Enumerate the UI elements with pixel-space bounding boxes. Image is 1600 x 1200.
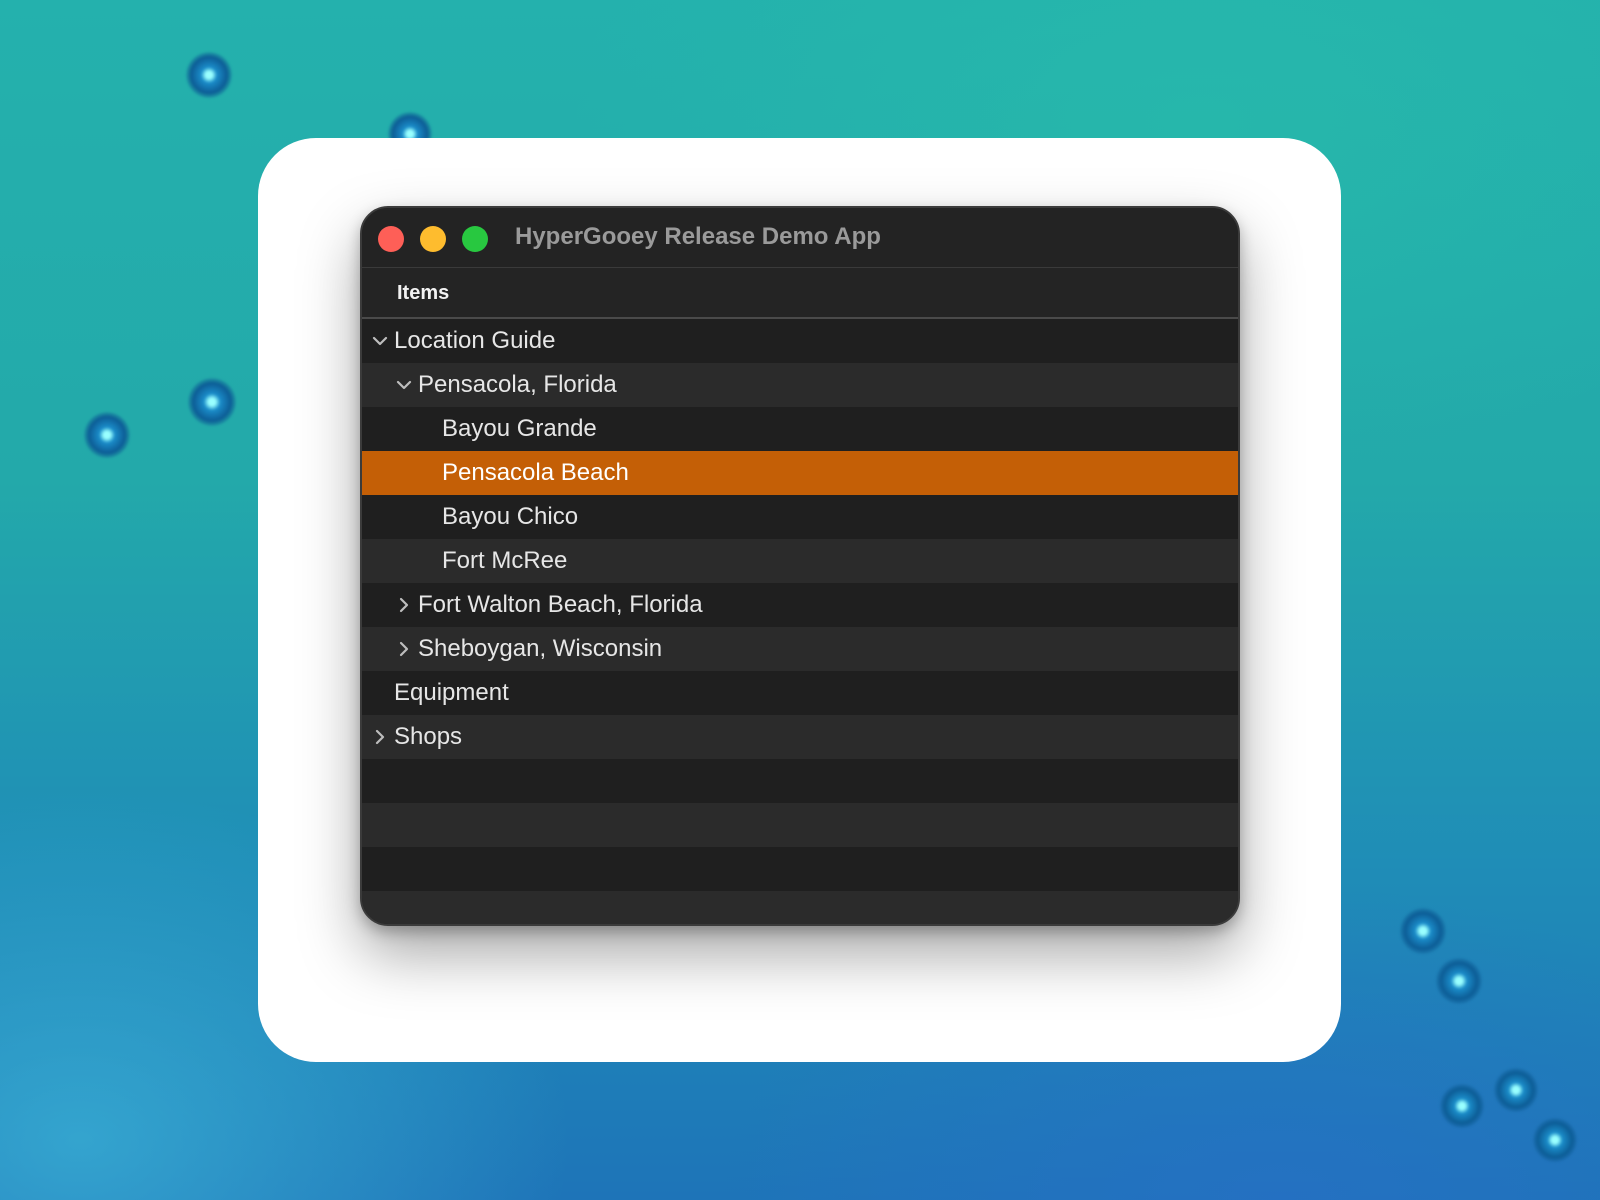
background-bubble [1494,1068,1538,1112]
outline-row-label: Pensacola, Florida [418,371,617,398]
outline-row-pensacola-florida[interactable]: Pensacola, Florida [362,363,1238,407]
outline-row-label: Equipment [394,679,509,706]
empty-row [362,891,1238,924]
outline-row-label: Fort McRee [442,547,568,574]
title-bar[interactable]: HyperGooey Release Demo App [362,208,1238,268]
outline-row-fort-mcree[interactable]: Fort McRee [362,539,1238,583]
outline-row-bayou-grande[interactable]: Bayou Grande [362,407,1238,451]
outline-row-bayou-chico[interactable]: Bayou Chico [362,495,1238,539]
outline-row-sheboygan-wisconsin[interactable]: Sheboygan, Wisconsin [362,627,1238,671]
column-header-label: Items [397,282,450,304]
outline-row-label: Fort Walton Beach, Florida [418,591,703,618]
empty-row [362,759,1238,803]
chevron-right-icon[interactable] [394,583,414,627]
column-header-items[interactable]: Items [362,268,1238,319]
background-bubble [84,412,130,458]
background-bubble [186,52,232,98]
chevron-down-icon[interactable] [394,363,414,407]
outline-row-location-guide[interactable]: Location Guide [362,319,1238,363]
empty-row [362,847,1238,891]
outline-row-label: Sheboygan, Wisconsin [418,635,663,662]
background-bubble [1440,1084,1484,1128]
chevron-right-icon[interactable] [394,627,414,671]
background-bubble [188,378,236,426]
background-bubble [1436,958,1482,1004]
app-window: HyperGooey Release Demo App Items Locati… [360,206,1240,926]
window-title: HyperGooey Release Demo App [515,223,881,250]
outline-row-shops[interactable]: Shops [362,715,1238,759]
outline-row-label: Location Guide [394,327,556,354]
outline-row-label: Pensacola Beach [442,459,629,486]
outline-row-pensacola-beach[interactable]: Pensacola Beach [362,451,1238,495]
chevron-down-icon[interactable] [370,319,390,363]
outline-row-label: Bayou Grande [442,415,597,442]
outline-row-fort-walton-beach-florida[interactable]: Fort Walton Beach, Florida [362,583,1238,627]
background-bubble [1533,1118,1577,1162]
empty-row [362,803,1238,847]
outline-row-label: Shops [394,723,463,750]
zoom-window-button[interactable] [462,226,488,252]
outline-row-equipment[interactable]: Equipment [362,671,1238,715]
outline-row-label: Bayou Chico [442,503,579,530]
minimize-window-button[interactable] [420,226,446,252]
outline-view[interactable]: Location Guide Pensacola, Florida Bayou Gr… [362,319,1238,924]
background-bubble [1400,908,1446,954]
close-window-button[interactable] [378,226,404,252]
chevron-right-icon[interactable] [370,715,390,759]
